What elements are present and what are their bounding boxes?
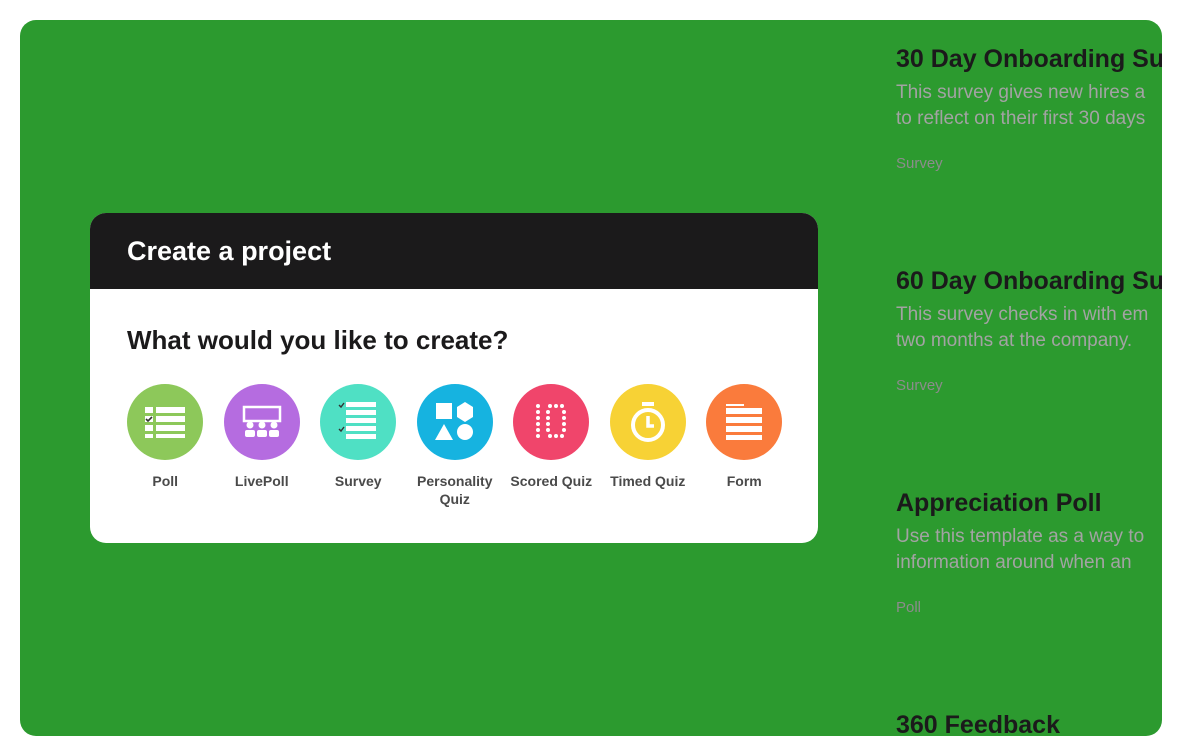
template-description: This survey gives new hires a to reflect… [896,82,1146,129]
survey-checklist-icon [320,384,397,460]
template-type: Poll [896,599,922,616]
template-title: 360 Feedback [896,711,1060,739]
project-type-label: Form [726,473,762,489]
project-type-label: Poll [152,473,179,489]
project-type-livepoll[interactable]: LivePoll [214,384,311,508]
dialog-title: Create a project [90,213,818,289]
dialog-question: What would you like to create? [127,325,509,355]
create-project-dialog: Create a project What would you like to … [90,213,818,543]
project-type-scored-quiz[interactable]: Scored Quiz [503,384,600,508]
template-description: This survey checks in with em two months… [896,304,1149,351]
form-lines-icon [706,384,783,460]
project-type-label: Survey [334,473,382,489]
project-type-personality-quiz[interactable]: Personality Quiz [407,384,504,508]
template-type: Survey [896,155,943,172]
project-type-survey[interactable]: Survey [310,384,407,508]
template-title: Appreciation Poll [896,489,1102,517]
shapes-icon [416,384,493,460]
template-card[interactable]: 60 Day Onboarding Survey This survey che… [870,226,1162,420]
livepoll-audience-icon [223,384,300,460]
score-digits-icon [513,384,590,460]
stopwatch-icon [609,384,686,460]
project-type-poll[interactable]: Poll [117,384,214,508]
project-type-list: Poll LivePoll Survey Personality Quiz Sc… [117,384,818,508]
project-type-label: Scored Quiz [510,473,593,489]
poll-list-icon [127,384,204,460]
template-title: 30 Day Onboarding Survey [896,45,1162,73]
project-type-timed-quiz[interactable]: Timed Quiz [600,384,697,508]
project-type-label: LivePoll [234,473,289,489]
template-card[interactable]: 30 Day Onboarding Survey This survey giv… [870,20,1162,198]
template-type: Survey [896,377,943,394]
project-type-form[interactable]: Form [696,384,793,508]
template-card[interactable]: 360 Feedback [870,670,1162,756]
project-type-label: Personality Quiz [417,473,493,507]
template-card[interactable]: Appreciation Poll Use this template as a… [870,448,1162,642]
template-description: Use this template as a way to informatio… [896,526,1145,573]
project-type-label: Timed Quiz [610,473,686,489]
template-title: 60 Day Onboarding Survey [896,267,1162,295]
